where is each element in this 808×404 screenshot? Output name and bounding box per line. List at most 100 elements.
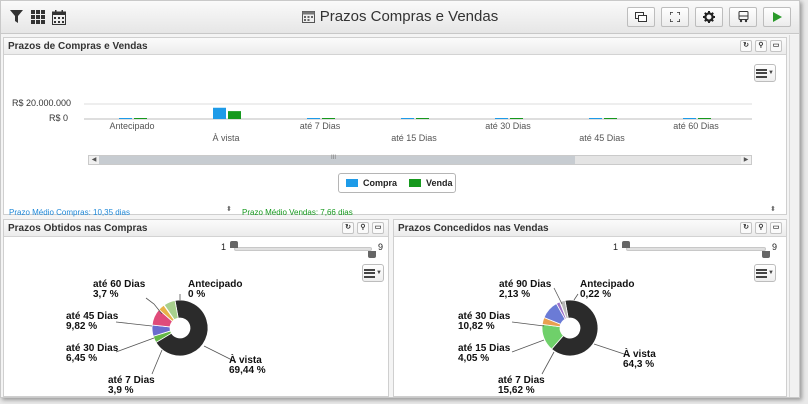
resize-arrow-left-icon[interactable]: ⬍ (226, 205, 232, 213)
compras-label-60-pct: 3,7 % (93, 289, 119, 300)
compras-label-45-pct: 9,82 % (66, 321, 98, 332)
panel-vendas-controls: ↻ ⚲ ▭ (740, 222, 782, 234)
compras-label-antecipado-pct: 0 % (188, 289, 206, 300)
panel-vendas-refresh-button[interactable]: ↻ (740, 222, 752, 234)
compras-label-7: até 7 Dias 3,9 % (108, 376, 155, 396)
panel-prazos-zoom-button[interactable]: ⚲ (755, 40, 767, 52)
window-title-text: Prazos Compras e Vendas (319, 8, 499, 25)
bar-venda[interactable] (416, 118, 429, 119)
bar-venda[interactable] (322, 118, 335, 119)
legend-label-compra: Compra (363, 178, 398, 188)
vendas-label-15: até 15 Dias 4,05 % (458, 344, 510, 364)
vendas-connector (553, 287, 563, 305)
bar-venda[interactable] (698, 118, 711, 119)
panel-vendas-zoom-button[interactable]: ⚲ (755, 222, 767, 234)
panel-compras-zoom-button[interactable]: ⚲ (357, 222, 369, 234)
bar-compra[interactable] (495, 118, 508, 119)
x-tick-label: até 7 Dias (300, 121, 341, 131)
vendas-label-15-pct: 4,05 % (458, 353, 490, 364)
panel-compras-title: Prazos Obtidos nas Compras (8, 223, 148, 234)
panel-vendas: Prazos Concedidos nas Vendas ↻ ⚲ ▭ 1 9 ▼… (393, 219, 787, 397)
compras-label-7-pct: 3,9 % (108, 385, 134, 396)
panel-compras-header: Prazos Obtidos nas Compras ↻ ⚲ ▭ (4, 220, 388, 237)
bar-compra[interactable] (307, 118, 320, 119)
panel-prazos-refresh-button[interactable]: ↻ (740, 40, 752, 52)
settings-button[interactable] (695, 7, 723, 27)
app-window: Prazos Compras e Vendas Prazos de Compra… (0, 0, 800, 398)
bar-compra[interactable] (119, 118, 132, 119)
compras-label-45: até 45 Dias 9,82 % (66, 312, 118, 332)
x-tick-label: À vista (212, 133, 239, 143)
panel-prazos-controls: ↻ ⚲ ▭ (740, 40, 782, 52)
toolbar-right (627, 7, 791, 27)
vendas-label-7-pct: 15,62 % (498, 385, 535, 396)
window-button[interactable] (627, 7, 655, 27)
vendas-connector (511, 321, 545, 327)
panel-vendas-title: Prazos Concedidos nas Vendas (398, 223, 549, 234)
scroll-left-arrow[interactable]: ◀ (89, 156, 99, 164)
bus-icon (738, 11, 748, 23)
bar-compra[interactable] (683, 118, 696, 119)
vendas-label-antecipado: Antecipado 0,22 % (580, 280, 634, 300)
fullscreen-button[interactable] (661, 7, 689, 27)
vendas-label-30-pct: 10,82 % (458, 321, 495, 332)
bus-button[interactable] (729, 7, 757, 27)
compras-label-60: até 60 Dias 3,7 % (93, 280, 145, 300)
window-icon (635, 12, 647, 22)
panel-prazos-title: Prazos de Compras e Vendas (8, 41, 148, 52)
play-icon (772, 12, 782, 22)
panel-compras-maximize-button[interactable]: ▭ (372, 222, 384, 234)
vendas-label-90-pct: 2,13 % (499, 289, 531, 300)
compras-connector (115, 337, 155, 353)
bar-venda[interactable] (134, 118, 147, 119)
chart-horizontal-scrollbar[interactable]: ◀ III ▶ (88, 155, 752, 165)
pie-chart-compras (115, 294, 237, 375)
vendas-connector (573, 293, 579, 301)
scroll-thumb[interactable]: III (99, 155, 575, 164)
legend-swatch-venda (409, 179, 422, 187)
panel-compras-controls: ↻ ⚲ ▭ (342, 222, 384, 234)
x-tick-label: Antecipado (109, 121, 154, 131)
page-vertical-scrollbar[interactable] (789, 35, 799, 397)
bar-compra[interactable] (213, 107, 226, 119)
gear-icon (703, 11, 715, 23)
scroll-right-arrow[interactable]: ▶ (741, 156, 751, 164)
panel-compras-refresh-button[interactable]: ↻ (342, 222, 354, 234)
panel-prazos-header: Prazos de Compras e Vendas ↻ ⚲ ▭ (4, 38, 786, 55)
bar-venda[interactable] (228, 111, 241, 119)
avg-compras: Prazo Médio Compras: 10,35 dias (9, 208, 130, 217)
bar-venda[interactable] (510, 118, 523, 119)
compras-label-30: até 30 Dias 6,45 % (66, 344, 118, 364)
panel-vendas-header: Prazos Concedidos nas Vendas ↻ ⚲ ▭ (394, 220, 786, 237)
top-toolbar: Prazos Compras e Vendas (1, 1, 799, 34)
panel-vendas-maximize-button[interactable]: ▭ (770, 222, 782, 234)
legend-label-venda: Venda (426, 178, 453, 188)
play-button[interactable] (763, 7, 791, 27)
vendas-label-30: até 30 Dias 10,82 % (458, 312, 510, 332)
compras-connector (145, 297, 163, 315)
bar-venda[interactable] (604, 118, 617, 119)
x-tick-label: até 45 Dias (579, 133, 625, 143)
vendas-label-vista: À vista 64,3 % (623, 350, 656, 370)
x-tick-label: até 30 Dias (485, 121, 531, 131)
avg-vendas: Prazo Médio Vendas: 7,66 dias (242, 208, 353, 217)
bar-compra[interactable] (589, 118, 602, 119)
compras-label-vista-pct: 69,44 % (229, 365, 266, 376)
vendas-label-7: até 7 Dias 15,62 % (498, 376, 545, 396)
vendas-connector (511, 339, 545, 353)
legend-item-compra[interactable]: Compra (346, 178, 397, 188)
legend-item-venda[interactable]: Venda (409, 178, 453, 188)
scroll-grip: III (331, 155, 337, 161)
panel-compras: Prazos Obtidos nas Compras ↻ ⚲ ▭ 1 9 ▼ a… (3, 219, 389, 397)
compras-connector (115, 321, 153, 327)
resize-arrow-right-icon[interactable]: ⬍ (770, 205, 776, 213)
vendas-label-antecipado-pct: 0,22 % (580, 289, 612, 300)
compras-label-vista: À vista 69,44 % (229, 356, 266, 376)
compras-label-antecipado: Antecipado 0 % (188, 280, 242, 300)
legend-swatch-compra (346, 179, 358, 187)
chart-legend: Compra Venda (338, 173, 456, 193)
x-tick-label: até 60 Dias (673, 121, 719, 131)
panel-prazos-maximize-button[interactable]: ▭ (770, 40, 782, 52)
vendas-label-vista-pct: 64,3 % (623, 359, 655, 370)
bar-compra[interactable] (401, 118, 414, 119)
